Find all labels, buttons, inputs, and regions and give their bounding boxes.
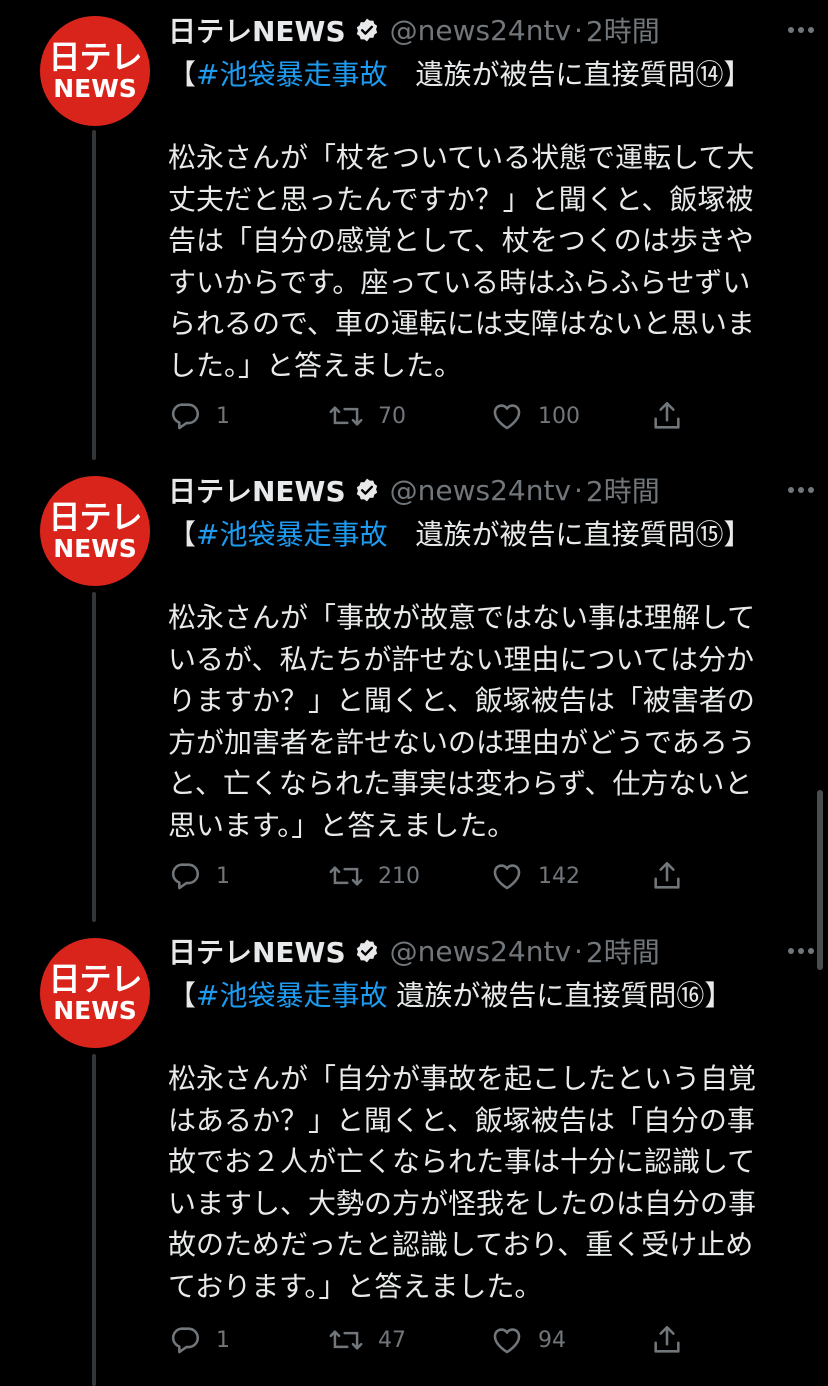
tweet-title: 【#池袋暴走事故 遺族が被告に直接質問⑮】 bbox=[168, 514, 778, 556]
like-button[interactable]: 100 bbox=[490, 399, 580, 433]
author-name[interactable]: 日テレNEWS bbox=[168, 470, 346, 510]
title-rest: 遺族が被告に直接質問⑭】 bbox=[387, 58, 752, 91]
retweet-icon bbox=[328, 399, 364, 433]
hashtag-link[interactable]: #池袋暴走事故 bbox=[196, 518, 387, 551]
timestamp[interactable]: 2時間 bbox=[586, 470, 660, 510]
action-bar: 1 47 94 bbox=[168, 1320, 728, 1360]
tweet-header: 日テレNEWS @news24ntv · 2時間 bbox=[168, 10, 798, 50]
separator: · bbox=[574, 934, 583, 968]
like-icon bbox=[490, 859, 524, 893]
separator: · bbox=[574, 473, 583, 507]
avatar-logo-top: 日テレ bbox=[48, 960, 142, 998]
author-handle[interactable]: @news24ntv bbox=[390, 474, 571, 507]
tweet-body: 松永さんが「杖をついている状態で運転して大丈夫だと思ったんですか？」と聞くと、飯… bbox=[168, 141, 755, 382]
share-icon bbox=[650, 1323, 684, 1357]
like-count: 142 bbox=[538, 863, 580, 889]
reply-button[interactable]: 1 bbox=[168, 1323, 230, 1357]
more-icon[interactable] bbox=[788, 470, 814, 510]
share-icon bbox=[650, 859, 684, 893]
tweet[interactable]: 日テレ NEWS 日テレNEWS @news24ntv · 2時間 【#池袋暴走… bbox=[0, 460, 828, 922]
tweet[interactable]: 日テレ NEWS 日テレNEWS @news24ntv · 2時間 【#池袋暴走… bbox=[0, 0, 828, 460]
tweet-header: 日テレNEWS @news24ntv · 2時間 bbox=[168, 931, 798, 971]
thread-line bbox=[92, 592, 96, 922]
reply-count: 1 bbox=[216, 403, 230, 429]
retweet-icon bbox=[328, 1323, 364, 1357]
tweet[interactable]: 日テレ NEWS 日テレNEWS @news24ntv · 2時間 【#池袋暴走… bbox=[0, 922, 828, 1386]
share-button[interactable] bbox=[650, 1323, 684, 1357]
title-bracket: 【 bbox=[168, 979, 197, 1012]
reply-button[interactable]: 1 bbox=[168, 399, 230, 433]
avatar[interactable]: 日テレ NEWS bbox=[40, 16, 150, 126]
retweet-count: 210 bbox=[378, 863, 420, 889]
like-count: 100 bbox=[538, 403, 580, 429]
author-name[interactable]: 日テレNEWS bbox=[168, 931, 346, 971]
like-icon bbox=[490, 399, 524, 433]
author-handle[interactable]: @news24ntv bbox=[390, 14, 571, 47]
like-icon bbox=[490, 1323, 524, 1357]
retweet-icon bbox=[328, 859, 364, 893]
title-rest: 遺族が被告に直接質問⑯】 bbox=[387, 979, 733, 1012]
reply-button[interactable]: 1 bbox=[168, 859, 230, 893]
verified-badge-icon bbox=[354, 477, 380, 503]
share-icon bbox=[650, 399, 684, 433]
reply-count: 1 bbox=[216, 863, 230, 889]
separator: · bbox=[574, 13, 583, 47]
tweet-body: 松永さんが「自分が事故を起こしたという自覚はあるか？」と聞くと、飯塚被告は「自分… bbox=[168, 1062, 757, 1303]
retweet-button[interactable]: 210 bbox=[328, 859, 420, 893]
tweet-title: 【#池袋暴走事故 遺族が被告に直接質問⑯】 bbox=[168, 975, 778, 1017]
avatar-logo-top: 日テレ bbox=[48, 38, 142, 76]
title-rest: 遺族が被告に直接質問⑮】 bbox=[387, 518, 752, 551]
action-bar: 1 210 142 bbox=[168, 856, 728, 896]
action-bar: 1 70 100 bbox=[168, 396, 728, 436]
avatar[interactable]: 日テレ NEWS bbox=[40, 938, 150, 1048]
hashtag-link[interactable]: #池袋暴走事故 bbox=[196, 58, 387, 91]
author-name[interactable]: 日テレNEWS bbox=[168, 10, 346, 50]
timestamp[interactable]: 2時間 bbox=[586, 10, 660, 50]
tweet-text: 【#池袋暴走事故 遺族が被告に直接質問⑭】 松永さんが「杖をついている状態で運転… bbox=[168, 54, 778, 386]
author-handle[interactable]: @news24ntv bbox=[390, 935, 571, 968]
tweet-body: 松永さんが「事故が故意ではない事は理解しているが、私たちが許せない理由については… bbox=[168, 601, 756, 842]
title-bracket: 【 bbox=[168, 518, 197, 551]
retweet-count: 47 bbox=[378, 1327, 406, 1353]
avatar[interactable]: 日テレ NEWS bbox=[40, 476, 150, 586]
avatar-logo-top: 日テレ bbox=[48, 498, 142, 536]
hashtag-link[interactable]: #池袋暴走事故 bbox=[196, 979, 387, 1012]
tweet-text: 【#池袋暴走事故 遺族が被告に直接質問⑮】 松永さんが「事故が故意ではない事は理… bbox=[168, 514, 778, 846]
reply-count: 1 bbox=[216, 1327, 230, 1353]
like-button[interactable]: 142 bbox=[490, 859, 580, 893]
like-count: 94 bbox=[538, 1327, 566, 1353]
avatar-logo-bottom: NEWS bbox=[53, 74, 137, 103]
retweet-button[interactable]: 70 bbox=[328, 399, 406, 433]
retweet-count: 70 bbox=[378, 403, 406, 429]
avatar-logo-bottom: NEWS bbox=[53, 996, 137, 1025]
timeline[interactable]: 日テレ NEWS 日テレNEWS @news24ntv · 2時間 【#池袋暴走… bbox=[0, 0, 828, 1386]
thread-line bbox=[92, 130, 96, 460]
reply-icon bbox=[168, 399, 202, 433]
verified-badge-icon bbox=[354, 938, 380, 964]
more-icon[interactable] bbox=[788, 931, 814, 971]
tweet-header: 日テレNEWS @news24ntv · 2時間 bbox=[168, 470, 798, 510]
timestamp[interactable]: 2時間 bbox=[586, 931, 660, 971]
title-bracket: 【 bbox=[168, 58, 197, 91]
like-button[interactable]: 94 bbox=[490, 1323, 566, 1357]
more-icon[interactable] bbox=[788, 10, 814, 50]
share-button[interactable] bbox=[650, 399, 684, 433]
share-button[interactable] bbox=[650, 859, 684, 893]
tweet-title: 【#池袋暴走事故 遺族が被告に直接質問⑭】 bbox=[168, 54, 778, 96]
verified-badge-icon bbox=[354, 17, 380, 43]
thread-line bbox=[92, 1054, 96, 1386]
reply-icon bbox=[168, 1323, 202, 1357]
tweet-text: 【#池袋暴走事故 遺族が被告に直接質問⑯】 松永さんが「自分が事故を起こしたとい… bbox=[168, 975, 778, 1307]
avatar-logo-bottom: NEWS bbox=[53, 534, 137, 563]
reply-icon bbox=[168, 859, 202, 893]
scrollbar[interactable] bbox=[817, 790, 823, 970]
retweet-button[interactable]: 47 bbox=[328, 1323, 406, 1357]
